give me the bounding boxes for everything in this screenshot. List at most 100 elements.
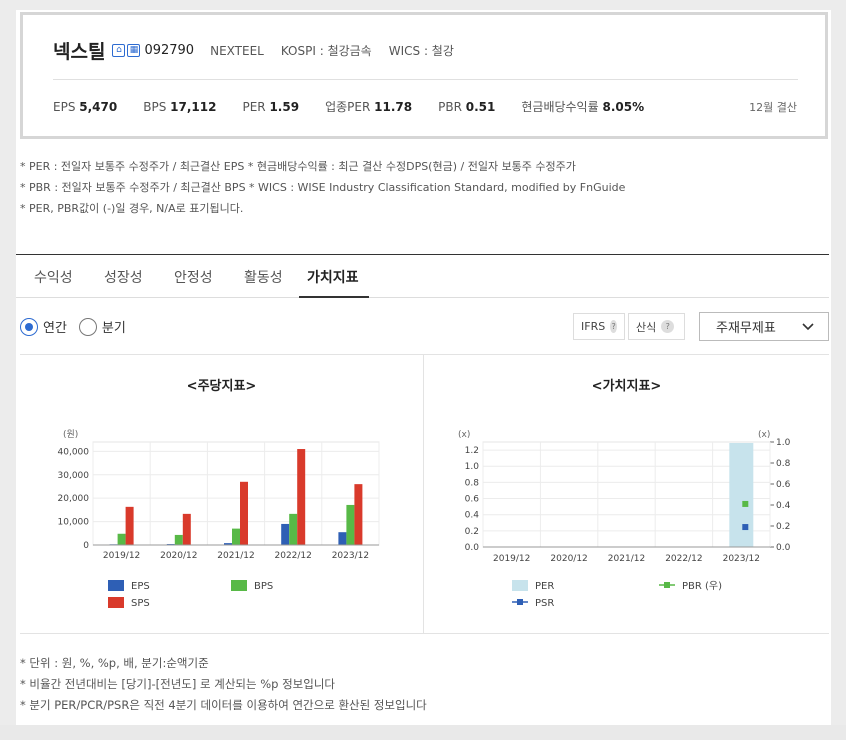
y-tick-label-left: 0.6 <box>465 495 480 505</box>
notes-bottom: * 단위 : 원, %, %p, 배, 분기:순액기준 * 비율간 전년대비는 … <box>20 653 427 716</box>
bar-bps <box>289 513 298 545</box>
legend-label: PER <box>535 581 554 592</box>
x-tick-label: 2020/12 <box>160 551 197 561</box>
unit-label-left: (x) <box>458 430 470 440</box>
legend-swatch <box>231 580 247 591</box>
bar-bps <box>232 528 240 545</box>
y-tick-label-left: 0.0 <box>465 543 480 553</box>
wics-sector: WICS : 철강 <box>388 44 454 58</box>
ifrs-label: IFRS <box>581 320 606 333</box>
tab-activity[interactable]: 활동성 <box>244 267 283 287</box>
tab-valuation[interactable]: 가치지표 <box>307 267 359 287</box>
metric-per: PER 1.59 <box>242 100 300 114</box>
x-tick-label: 2019/12 <box>493 554 530 564</box>
y-tick-label-right: 0.6 <box>776 480 791 490</box>
tab-stability[interactable]: 안정성 <box>174 267 213 287</box>
valuation-chart: 0.0 0.2 0.4 0.6 0.8 1.0 1.2 0.0 0.2 0.4 0.6 0.8 1.0 (… <box>458 430 791 609</box>
help-icon[interactable]: ? <box>610 320 617 333</box>
x-tick-label: 2022/12 <box>275 551 312 561</box>
annual-label[interactable]: 연간 <box>43 317 67 336</box>
x-tick-label: 2021/12 <box>608 554 645 564</box>
per-share-chart: 0 10,000 20,000 30,000 40,000 (원) 2019/12 2020/… <box>58 429 380 609</box>
help-icon[interactable]: ? <box>661 320 675 333</box>
notes-top: * PER : 전일자 보통주 수정주가 / 최근결산 EPS * 현금배당수익… <box>20 156 625 219</box>
legend-marker-psr <box>517 599 523 605</box>
x-tick-label: 2021/12 <box>217 551 254 561</box>
y-tick-label-right: 0.8 <box>776 459 791 469</box>
bar-sps <box>182 513 191 545</box>
note-line: * 분기 PER/PCR/PSR은 직전 4분기 데이터를 이용하여 연간으로 … <box>20 698 427 712</box>
y-tick-label: 10,000 <box>58 518 90 528</box>
quarter-label[interactable]: 분기 <box>102 317 126 336</box>
legend-label: PSR <box>535 598 554 609</box>
y-tick-label-left: 0.4 <box>465 511 480 521</box>
formula-label: 산식 <box>636 320 657 334</box>
page-container: 넥스틸 ⌂ ▦ 092790 NEXTEEL KOSPI : 철강금속 WICS… <box>16 10 831 725</box>
legend-label: EPS <box>131 581 150 592</box>
y-tick-label-right: 1.0 <box>776 438 791 448</box>
y-tick-label-left: 0.2 <box>465 527 479 537</box>
legend-label: SPS <box>131 598 150 609</box>
charts-area: <주당지표> 0 10,000 20,000 30,000 40,000 (원) 2019/… <box>20 354 829 634</box>
legend-swatch <box>108 597 124 608</box>
note-line: * PER, PBR값이 (-)일 경우, N/A로 표기됩니다. <box>20 202 244 215</box>
x-tick-label: 2023/12 <box>332 551 369 561</box>
metric-industry-per: 업종PER 11.78 <box>325 100 413 114</box>
metrics-row: EPS 5,470 BPS 17,112 PER 1.59 업종PER 11.7… <box>53 98 670 115</box>
point-psr <box>742 524 749 531</box>
legend-label: PBR (우) <box>682 580 722 592</box>
chevron-down-icon <box>802 322 814 330</box>
valuation-chart-panel: <가치지표> 0.0 0.2 0.4 0.6 0.8 1.0 1.2 0.0 0.2 0.4 0.6… <box>424 355 829 634</box>
tab-bar: 수익성 성장성 안정성 활동성 가치지표 <box>16 255 829 298</box>
metric-dividend-yield: 현금배당수익률 8.05% <box>521 100 645 114</box>
y-tick-label: 20,000 <box>58 494 90 504</box>
statement-select-value: 주재무제표 <box>716 321 776 336</box>
bar-per <box>729 443 754 547</box>
bar-sps <box>240 481 248 545</box>
stock-code: 092790 <box>144 43 195 58</box>
y-tick-label: 30,000 <box>58 471 90 481</box>
metric-bps: BPS 17,112 <box>143 100 217 114</box>
bar-bps <box>174 534 183 545</box>
company-name: 넥스틸 <box>53 41 106 63</box>
company-row: 넥스틸 ⌂ ▦ 092790 NEXTEEL KOSPI : 철강금속 WICS… <box>53 37 471 64</box>
legend-swatch-per <box>512 580 528 591</box>
bottom-strip <box>0 725 846 740</box>
legend-swatch <box>108 580 124 591</box>
y-tick-label-right: 0.0 <box>776 543 791 553</box>
tab-profitability[interactable]: 수익성 <box>34 267 73 287</box>
y-tick-label: 0 <box>83 541 89 551</box>
unit-label-right: (x) <box>758 430 770 440</box>
english-name: NEXTEEL <box>210 43 264 58</box>
quarter-radio[interactable] <box>78 317 97 336</box>
y-tick-label-left: 1.2 <box>465 446 479 456</box>
period-selector: 연간 분기 <box>20 317 138 336</box>
x-tick-label: 2023/12 <box>723 554 760 564</box>
y-tick-label: 40,000 <box>58 447 90 457</box>
x-tick-label: 2020/12 <box>550 554 587 564</box>
market-sector: KOSPI : 철강금속 <box>280 44 372 58</box>
formula-option[interactable]: 산식 ? <box>628 313 685 340</box>
metric-eps: EPS 5,470 <box>53 100 118 114</box>
statement-select[interactable]: 주재무제표 <box>699 312 829 341</box>
header-divider <box>53 79 798 80</box>
bar-sps <box>354 484 363 545</box>
ifrs-option[interactable]: IFRS ? <box>573 313 625 340</box>
company-summary-box: 넥스틸 ⌂ ▦ 092790 NEXTEEL KOSPI : 철강금속 WICS… <box>20 12 828 139</box>
bar-eps <box>338 532 347 545</box>
home-icon[interactable]: ⌂ <box>112 44 126 57</box>
bar-sps <box>125 506 134 545</box>
bar-bps <box>117 533 126 545</box>
settlement-month: 12월 결산 <box>749 101 797 114</box>
unit-label: (원) <box>63 429 78 440</box>
building-icon[interactable]: ▦ <box>127 44 141 57</box>
legend-marker-pbr <box>664 582 670 588</box>
annual-radio[interactable] <box>20 317 38 336</box>
per-share-chart-panel: <주당지표> 0 10,000 20,000 30,000 40,000 (원) 2019/… <box>20 355 424 634</box>
tab-growth[interactable]: 성장성 <box>104 267 143 287</box>
note-line: * 단위 : 원, %, %p, 배, 분기:순액기준 <box>20 656 209 670</box>
note-line: * PER : 전일자 보통주 수정주가 / 최근결산 EPS * 현금배당수익… <box>20 160 576 173</box>
note-line: * PBR : 전일자 보통주 수정주가 / 최근결산 BPS * WICS :… <box>20 181 626 194</box>
metric-pbr: PBR 0.51 <box>438 100 496 114</box>
active-tab-indicator <box>299 296 369 298</box>
